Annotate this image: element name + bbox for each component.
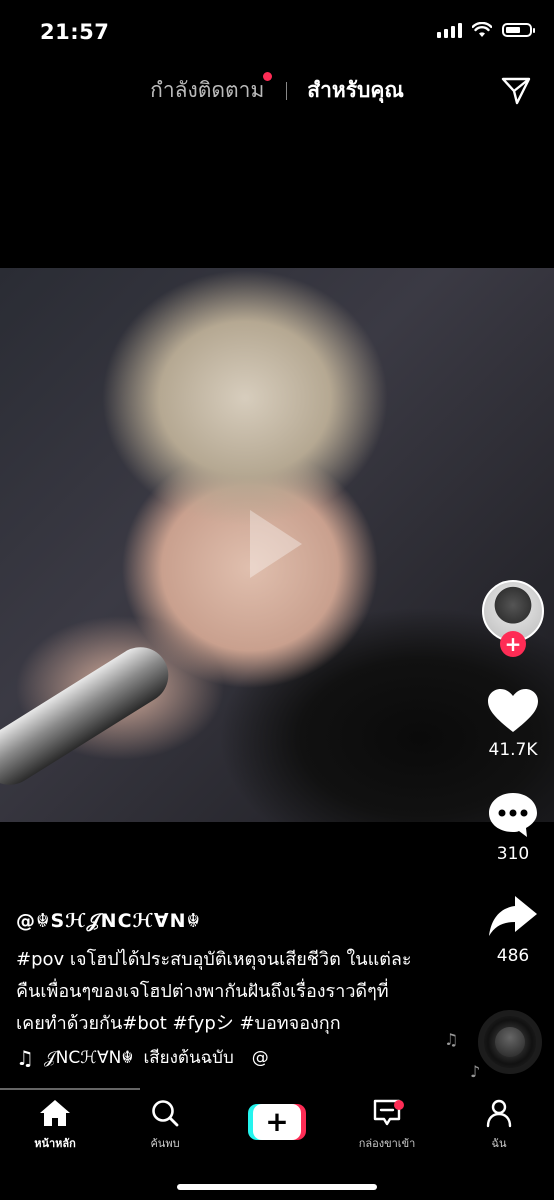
nav-home[interactable]: หน้าหลัก: [0, 1098, 110, 1152]
caption-line: เคยทำด้วยกัน#bot #fypシ #บอทจองกุก: [16, 1013, 341, 1034]
share-count: 486: [496, 946, 530, 966]
like-count: 41.7K: [488, 740, 538, 760]
creator-username[interactable]: @☬Sℋ𝒥NCℋ∀N☬: [16, 910, 201, 932]
wifi-icon: [472, 22, 492, 37]
tab-for-you[interactable]: สำหรับคุณ: [307, 74, 404, 107]
signal-icon: [437, 22, 462, 38]
nav-discover[interactable]: ค้นพบ: [110, 1098, 220, 1152]
home-indicator: [177, 1184, 377, 1190]
caption-line: คืนเพื่อนๆของเจโฮปต่างพากันฝันถึงเรื่องร…: [16, 981, 389, 1002]
music-disc-cover: [495, 1027, 525, 1057]
music-info[interactable]: ♫ 𝒥NCℋ∀N☬ เสียงต้นฉบับ @: [16, 1044, 269, 1071]
share-arrow-icon[interactable]: [500, 74, 532, 106]
tab-divider: [286, 81, 288, 100]
follow-button[interactable]: +: [500, 631, 526, 657]
nav-inbox[interactable]: กล่องขาเข้า: [332, 1098, 442, 1152]
share-icon[interactable]: [485, 892, 541, 942]
floating-note-icon: ♫: [444, 1030, 459, 1049]
search-icon: [152, 1100, 179, 1127]
play-icon[interactable]: [250, 510, 302, 578]
profile-icon: [486, 1099, 512, 1128]
status-icons: [437, 22, 535, 38]
create-button[interactable]: +: [248, 1104, 306, 1140]
music-artist: 𝒥NCℋ∀N☬: [43, 1047, 134, 1068]
comment-icon[interactable]: [485, 790, 541, 840]
nav-me-label: ฉัน: [491, 1137, 507, 1150]
microphone-image: [0, 636, 179, 796]
nav-discover-label: ค้นพบ: [150, 1137, 180, 1150]
caption-line: #pov เจโฮปได้ประสบอุบัติเหตุจนเสียชีวิต …: [16, 949, 412, 970]
notification-dot: [263, 72, 273, 81]
home-icon: [40, 1100, 70, 1126]
heart-icon[interactable]: [485, 686, 541, 736]
nav-home-label: หน้าหลัก: [34, 1137, 76, 1150]
tab-following[interactable]: กำลังติดตาม: [150, 72, 273, 107]
tab-following-label: กำลังติดตาม: [150, 78, 265, 102]
feed-tabs: กำลังติดตาม สำหรับคุณ: [0, 72, 554, 107]
status-time: 21:57: [40, 20, 110, 44]
post-caption[interactable]: #pov เจโฮปได้ประสบอุบัติเหตุจนเสียชีวิต …: [16, 944, 456, 1040]
inbox-notification-dot: [394, 1100, 404, 1110]
battery-icon: [502, 23, 535, 37]
floating-note-icon: ♪: [470, 1062, 481, 1081]
nav-inbox-label: กล่องขาเข้า: [358, 1137, 416, 1150]
music-title: เสียงต้นฉบับ: [143, 1048, 234, 1068]
create-plus: +: [253, 1104, 301, 1140]
music-mention: @: [251, 1047, 269, 1068]
comment-count: 310: [496, 844, 530, 864]
music-note-icon: ♫: [16, 1045, 34, 1070]
nav-me[interactable]: ฉัน: [444, 1098, 554, 1152]
